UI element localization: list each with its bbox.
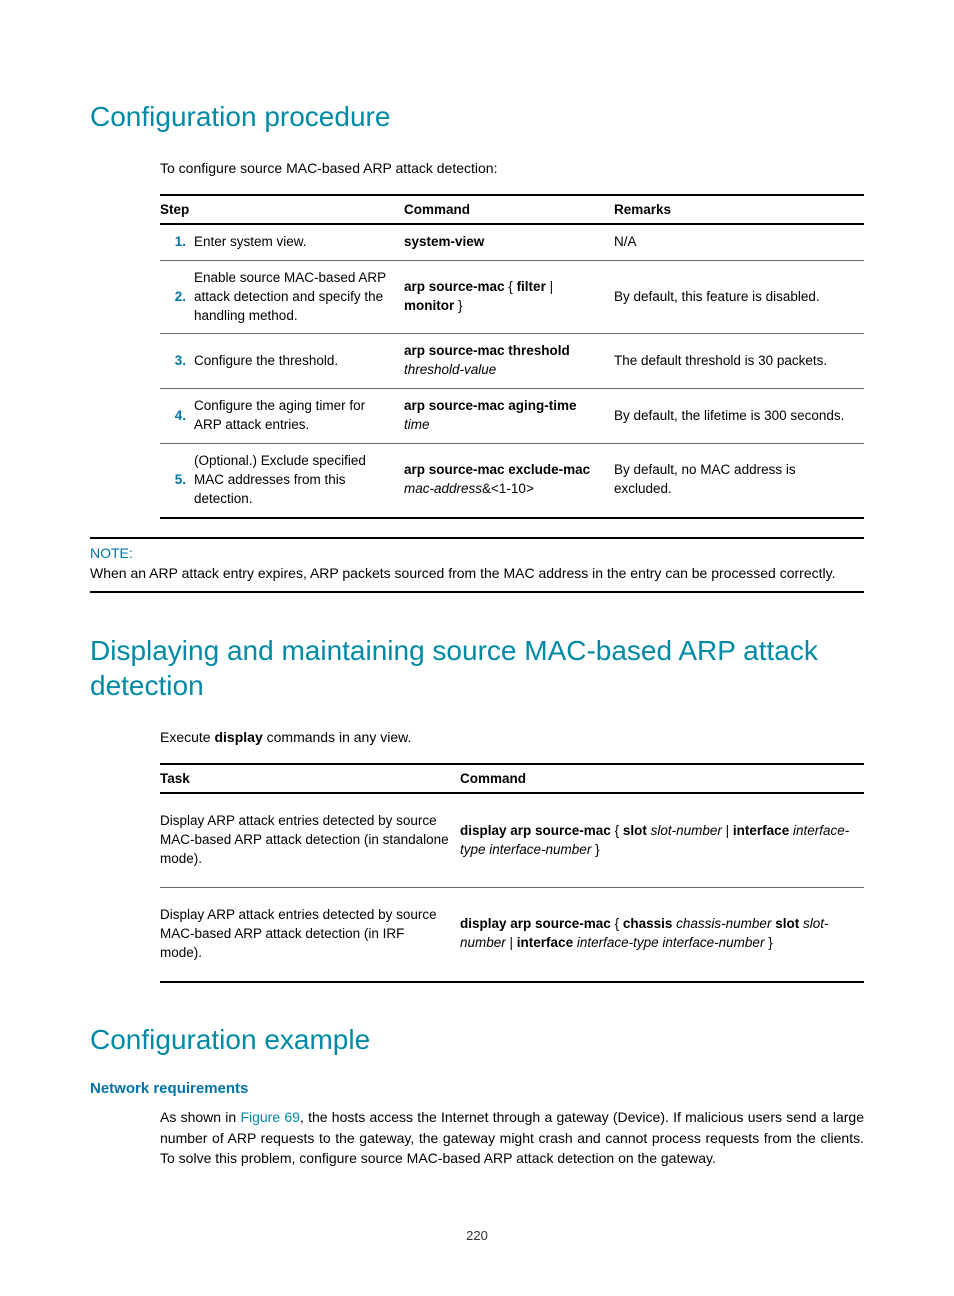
procedure-table: Step Command Remarks 1. Enter system vie… xyxy=(160,194,864,519)
cmd-text: { xyxy=(611,823,623,838)
cmd-text: chassis-number xyxy=(676,916,771,931)
note-text: When an ARP attack entry expires, ARP pa… xyxy=(90,563,864,583)
th-command: Command xyxy=(404,195,614,224)
text: Execute xyxy=(160,729,214,745)
cmd-text: arp source-mac exclude-mac xyxy=(404,462,590,477)
cmd-text: arp source-mac aging-time xyxy=(404,398,577,413)
cmd-text: display arp source-mac xyxy=(460,916,611,931)
cmd-text: system-view xyxy=(404,234,484,249)
table-header-row: Task Command xyxy=(160,764,864,793)
step-command: arp source-mac threshold threshold-value xyxy=(404,334,614,389)
step-command: arp source-mac exclude-mac mac-address&<… xyxy=(404,444,614,518)
example-paragraph: As shown in Figure 69, the hosts access … xyxy=(160,1107,864,1168)
table-row: 4. Configure the aging timer for ARP att… xyxy=(160,389,864,444)
cmd-text: arp source-mac xyxy=(404,279,505,294)
step-number: 2. xyxy=(160,260,194,334)
intro-text-1: To configure source MAC-based ARP attack… xyxy=(160,158,864,178)
heading-display-maintain: Displaying and maintaining source MAC-ba… xyxy=(90,633,864,703)
cmd-text: | xyxy=(506,935,517,950)
cmd-text: interface xyxy=(733,823,789,838)
th-remarks: Remarks xyxy=(614,195,864,224)
task-desc: Display ARP attack entries detected by s… xyxy=(160,887,460,981)
table-row: Display ARP attack entries detected by s… xyxy=(160,887,864,981)
step-remarks: The default threshold is 30 packets. xyxy=(614,334,864,389)
note-box: NOTE: When an ARP attack entry expires, … xyxy=(90,537,864,593)
step-command: system-view xyxy=(404,224,614,260)
heading-config-procedure: Configuration procedure xyxy=(90,100,864,134)
task-desc: Display ARP attack entries detected by s… xyxy=(160,793,460,887)
cmd-text: interface-type interface-number xyxy=(577,935,765,950)
table-row: 2. Enable source MAC-based ARP attack de… xyxy=(160,260,864,334)
page-number: 220 xyxy=(90,1228,864,1243)
step-desc: Configure the threshold. xyxy=(194,334,404,389)
step-command: arp source-mac { filter | monitor } xyxy=(404,260,614,334)
table-1-wrap: Step Command Remarks 1. Enter system vie… xyxy=(160,194,864,519)
cmd-text: monitor xyxy=(404,298,454,313)
table-header-row: Step Command Remarks xyxy=(160,195,864,224)
cmd-text: | xyxy=(546,279,553,294)
step-remarks: By default, no MAC address is excluded. xyxy=(614,444,864,518)
text-bold: display xyxy=(214,729,262,745)
cmd-text: display arp source-mac xyxy=(460,823,611,838)
cmd-text: interface xyxy=(517,935,573,950)
th-command: Command xyxy=(460,764,864,793)
table-row: Display ARP attack entries detected by s… xyxy=(160,793,864,887)
page-content: Configuration procedure To configure sou… xyxy=(0,0,954,1283)
step-desc: Enter system view. xyxy=(194,224,404,260)
cmd-text: arp source-mac threshold xyxy=(404,343,570,358)
heading-config-example: Configuration example xyxy=(90,1023,864,1057)
note-label: NOTE: xyxy=(90,545,864,561)
table-row: 1. Enter system view. system-view N/A xyxy=(160,224,864,260)
cmd-text: threshold-value xyxy=(404,362,496,377)
table-row: 5. (Optional.) Exclude specified MAC add… xyxy=(160,444,864,518)
table-2-wrap: Task Command Display ARP attack entries … xyxy=(160,763,864,982)
cmd-text: slot-number xyxy=(651,823,722,838)
cmd-text: slot xyxy=(623,823,647,838)
th-step: Step xyxy=(160,195,404,224)
cmd-text: | xyxy=(722,823,733,838)
step-desc: Enable source MAC-based ARP attack detec… xyxy=(194,260,404,334)
cmd-text: mac-address xyxy=(404,481,482,496)
step-command: arp source-mac aging-time time xyxy=(404,389,614,444)
step-desc: (Optional.) Exclude specified MAC addres… xyxy=(194,444,404,518)
step-number: 3. xyxy=(160,334,194,389)
cmd-text: &<1-10> xyxy=(482,481,534,496)
step-number: 4. xyxy=(160,389,194,444)
step-remarks: N/A xyxy=(614,224,864,260)
step-remarks: By default, the lifetime is 300 seconds. xyxy=(614,389,864,444)
cmd-text: { xyxy=(611,916,623,931)
step-number: 1. xyxy=(160,224,194,260)
step-desc: Configure the aging timer for ARP attack… xyxy=(194,389,404,444)
subhead-network-req: Network requirements xyxy=(90,1080,864,1097)
cmd-text: chassis xyxy=(623,916,673,931)
cmd-text: } xyxy=(764,935,772,950)
task-command: display arp source-mac { chassis chassis… xyxy=(460,887,864,981)
text: commands in any view. xyxy=(263,729,412,745)
step-number: 5. xyxy=(160,444,194,518)
cmd-text: filter xyxy=(517,279,546,294)
intro-text-2: Execute display commands in any view. xyxy=(160,727,864,747)
cmd-text: } xyxy=(454,298,462,313)
table-row: 3. Configure the threshold. arp source-m… xyxy=(160,334,864,389)
cmd-text: } xyxy=(591,842,599,857)
text: As shown in xyxy=(160,1109,240,1125)
th-task: Task xyxy=(160,764,460,793)
display-table: Task Command Display ARP attack entries … xyxy=(160,763,864,982)
cmd-text: time xyxy=(404,417,430,432)
cmd-text: slot xyxy=(775,916,799,931)
figure-link[interactable]: Figure 69 xyxy=(240,1109,300,1125)
step-remarks: By default, this feature is disabled. xyxy=(614,260,864,334)
task-command: display arp source-mac { slot slot-numbe… xyxy=(460,793,864,887)
cmd-text: { xyxy=(505,279,517,294)
